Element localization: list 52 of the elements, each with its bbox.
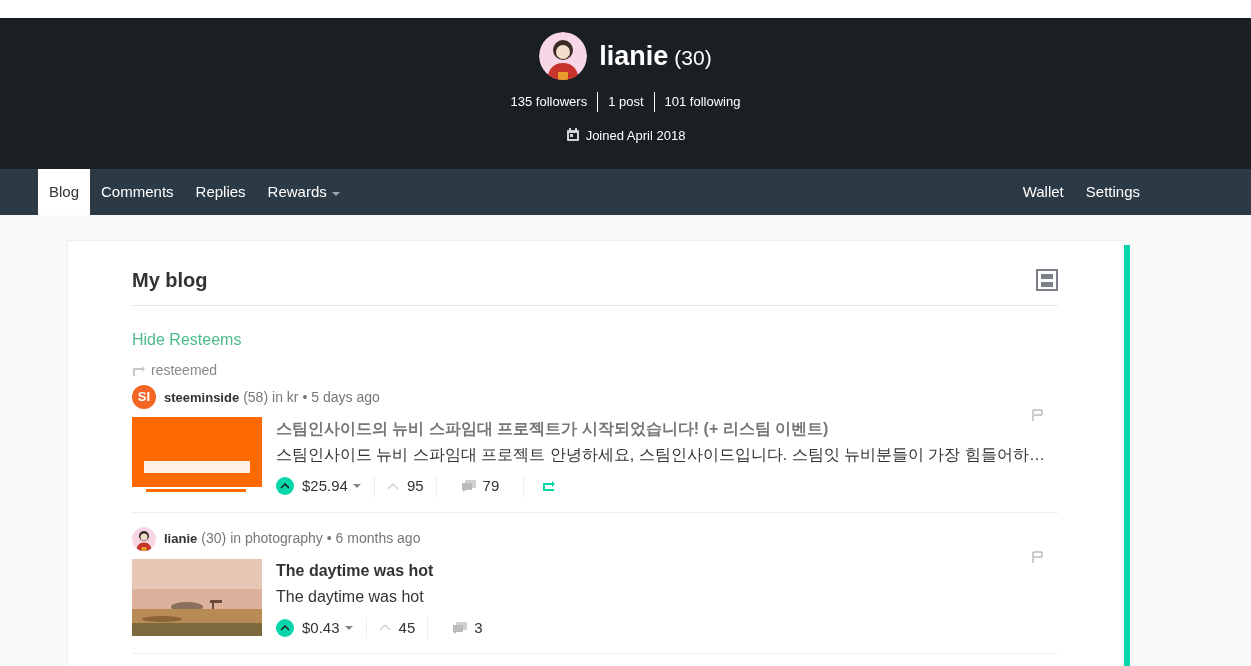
resteem-icon [542,480,557,493]
post-summary: 스팀인사이드 뉴비 스파임대 프로젝트 안녕하세요, 스팀인사이드입니다. 스팀잇 뉴비분들이 가장 힘들어하… [276,445,1046,465]
stat-link[interactable]: 135 followers [500,92,598,112]
resteem-icon [132,364,146,377]
nav-tab[interactable]: Wallet [1011,169,1075,215]
author-link[interactable]: lianie [164,529,198,549]
avatar [539,32,588,80]
chevron-up-icon [386,482,399,490]
author-reputation: (58) [243,387,269,407]
vote-count[interactable]: 45 [398,616,416,639]
reputation-score: (30) [674,44,712,71]
category-link[interactable]: in kr [272,386,299,408]
author-reputation: (30) [201,529,227,548]
stat-link[interactable]: 1 post [597,92,654,112]
post-title[interactable]: The daytime was hot [276,558,1058,583]
author-link[interactable]: steeminside [164,387,240,407]
layout-toggle-button[interactable] [1036,269,1058,291]
nav-tab[interactable]: Blog [38,169,91,215]
caret-icon [330,190,341,197]
caret-icon [351,483,362,490]
post-title[interactable]: 스팀인사이드의 뉴비 스파임대 프로젝트가 시작되었습니다! (+ 리스팀 이벤트) [276,417,1058,441]
nav-tab[interactable]: Comments [90,169,185,215]
join-date: Joined April 2018 [585,126,686,145]
upvote-button[interactable] [276,618,294,637]
nav-tab[interactable]: Settings [1074,169,1151,215]
resteemed-label: resteemed [151,361,218,380]
upvote-button[interactable] [276,477,294,496]
nav-tab[interactable]: Rewards [256,169,352,215]
chevron-up-icon [280,483,290,490]
category-link[interactable]: in photography [230,528,323,549]
profile-name: lianie [599,39,669,73]
calendar-icon [565,128,580,143]
vote-count[interactable]: 95 [406,475,424,498]
stat-link[interactable]: 101 following [653,92,751,112]
nav-tab[interactable]: Replies [184,169,257,215]
post-time: • 5 days ago [302,387,380,407]
caret-icon [343,624,354,631]
post-summary: The daytime was hot [276,586,425,607]
comment-count[interactable]: 3 [474,616,483,639]
payout-dropdown[interactable]: $25.94 [302,475,362,498]
comment-count[interactable]: 79 [482,475,500,498]
payout-dropdown[interactable]: $0.43 [302,616,354,639]
flag-icon [1032,409,1044,421]
comments-icon [460,479,477,494]
section-title: My blog [132,268,208,293]
chevron-up-icon [280,624,290,631]
chevron-up-icon [378,624,391,632]
avatar [132,526,156,551]
author-avatar: SI [132,385,156,409]
post-time: • 6 months ago [326,529,421,548]
comments-icon [452,620,469,635]
flag-icon [1032,550,1044,563]
